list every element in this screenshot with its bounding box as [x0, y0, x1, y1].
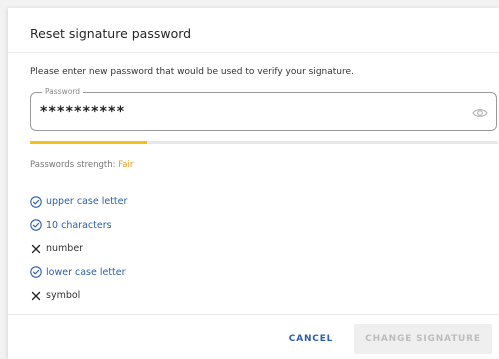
eye-icon[interactable]	[472, 105, 488, 119]
password-field-label: Password	[42, 87, 84, 96]
requirement-item: upper case letter	[30, 190, 127, 214]
strength-value: Fair	[118, 160, 134, 170]
change-signature-button[interactable]: CHANGE SIGNATURE	[354, 324, 492, 354]
footer-divider	[8, 314, 499, 315]
cross-icon	[30, 243, 42, 255]
requirement-item: 10 characters	[30, 214, 127, 238]
requirement-label: lower case letter	[46, 266, 126, 278]
title-divider	[8, 52, 499, 53]
dialog-title: Reset signature password	[30, 26, 192, 41]
requirements-list: upper case letter 10 characters number lowe…	[30, 190, 127, 308]
requirement-label: upper case letter	[46, 196, 128, 208]
strength-meter-fill	[30, 141, 147, 144]
requirement-label: symbol	[46, 290, 81, 302]
requirement-label: number	[46, 243, 84, 255]
requirement-label: 10 characters	[46, 219, 112, 231]
password-value[interactable]: **********	[40, 104, 125, 120]
check-circle-icon	[30, 266, 42, 278]
check-circle-icon	[30, 196, 42, 208]
strength-line: Passwords strength: Fair	[30, 160, 133, 170]
requirement-item: symbol	[30, 284, 127, 308]
strength-meter	[30, 141, 498, 144]
cancel-button[interactable]: CANCEL	[281, 328, 341, 350]
reset-signature-dialog: Reset signature password Please enter ne…	[8, 8, 499, 359]
requirement-item: lower case letter	[30, 261, 127, 285]
cross-icon	[30, 290, 42, 302]
instruction-text: Please enter new password that would be …	[30, 67, 354, 77]
requirement-item: number	[30, 237, 127, 261]
password-field[interactable]: Password **********	[30, 87, 497, 131]
check-circle-icon	[30, 219, 42, 231]
strength-label: Passwords strength:	[30, 160, 116, 170]
